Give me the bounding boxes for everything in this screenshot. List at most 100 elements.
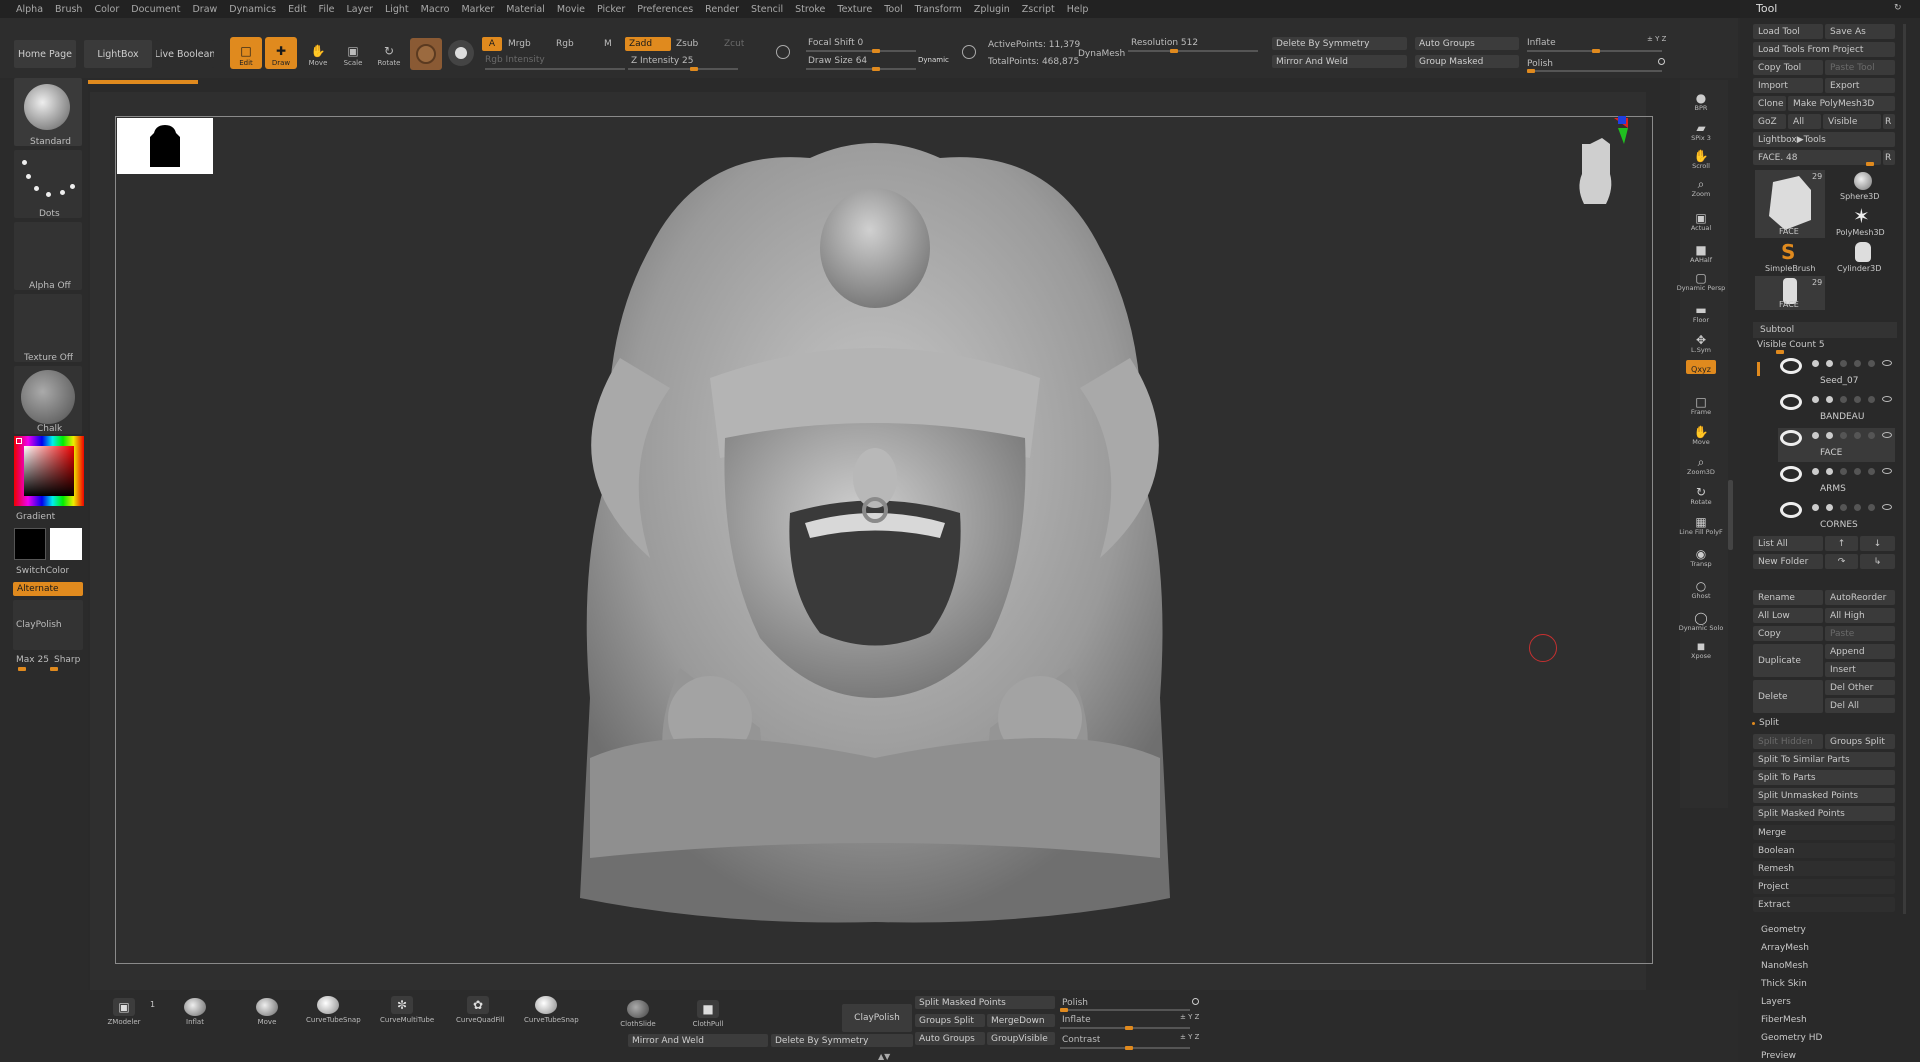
bottom-polish-circle[interactable] — [1192, 998, 1199, 1005]
secondary-color-swatch[interactable] — [50, 528, 82, 560]
all-low-button[interactable]: All Low — [1753, 608, 1823, 623]
bottom-contrast-xyz[interactable]: ± Y Z — [1180, 1033, 1199, 1041]
move-button[interactable]: ✋ Move — [303, 37, 333, 69]
bottom-contrast-slider[interactable]: Contrast — [1062, 1035, 1100, 1045]
clone-button[interactable]: Clone — [1753, 96, 1786, 111]
split-similar-parts-button[interactable]: Split To Similar Parts — [1753, 752, 1895, 767]
dynamic-toggle[interactable]: Dynamic — [918, 56, 949, 64]
focal-shift-slider[interactable]: Focal Shift 0 — [808, 38, 863, 48]
duplicate-button[interactable]: Duplicate — [1753, 644, 1823, 677]
visibility-eye-icon[interactable] — [1882, 504, 1892, 510]
paste-tool-button[interactable]: Paste Tool — [1825, 60, 1895, 75]
shelf-dynamic-solo[interactable]: ◯ Dynamic Solo — [1679, 604, 1724, 632]
groups-split-button[interactable]: Groups Split — [1825, 734, 1895, 749]
menu-stencil[interactable]: Stencil — [745, 4, 789, 15]
subtool-option-toggle[interactable] — [1840, 396, 1847, 403]
subtool-option-toggle[interactable] — [1854, 504, 1861, 511]
color-picker[interactable] — [14, 436, 84, 506]
z-intensity-slider[interactable]: Z Intensity 25 — [631, 56, 694, 66]
curvetubesnap2-brush[interactable]: CurveTubeSnap — [524, 996, 579, 1024]
bottom-auto-groups-button[interactable]: Auto Groups — [915, 1032, 985, 1045]
subtool-row[interactable]: BANDEAU — [1778, 392, 1895, 426]
draw-button[interactable]: ✚ Draw — [265, 37, 297, 69]
shelf-dynamic-persp[interactable]: ▢ Dynamic Persp — [1677, 264, 1726, 292]
subtool-option-toggle[interactable] — [1812, 468, 1819, 475]
subtool-option-toggle[interactable] — [1826, 504, 1833, 511]
extract-section[interactable]: Extract — [1753, 897, 1895, 912]
sharp-slider[interactable]: Sharp — [54, 655, 80, 665]
del-all-button[interactable]: Del All — [1825, 698, 1895, 713]
subtool-option-toggle[interactable] — [1840, 432, 1847, 439]
subtool-option-toggle[interactable] — [1840, 468, 1847, 475]
bottom-groups-split-button[interactable]: Groups Split — [915, 1014, 985, 1027]
delete-button[interactable]: Delete — [1753, 680, 1823, 713]
shelf-xpose[interactable]: ◾ Xpose — [1686, 632, 1716, 660]
shelf-scroll[interactable]: ✋ Scroll — [1686, 142, 1716, 170]
copy-subtool-button[interactable]: Copy — [1753, 626, 1823, 641]
shelf-move[interactable]: ✋ Move — [1686, 418, 1716, 446]
bottom-claypolish-button[interactable]: ClayPolish — [842, 1004, 912, 1032]
group-masked-button[interactable]: Group Masked — [1415, 55, 1519, 68]
menu-macro[interactable]: Macro — [415, 4, 456, 15]
dots-stroke-slot[interactable] — [14, 150, 82, 218]
bottom-delete-by-symmetry-button[interactable]: Delete By Symmetry — [771, 1034, 913, 1047]
texture-slot[interactable] — [14, 294, 82, 362]
orientation-axis-icon[interactable] — [1574, 114, 1628, 210]
claypolish-label[interactable]: ClayPolish — [16, 620, 62, 630]
current-tool-slider[interactable]: FACE. 48 — [1753, 150, 1881, 165]
subtool-row[interactable]: CORNES — [1778, 500, 1895, 534]
section-fibermesh[interactable]: FiberMesh — [1761, 1015, 1807, 1025]
subtool-option-toggle[interactable] — [1840, 360, 1847, 367]
shelf-zoom[interactable]: ⌕ Zoom — [1686, 170, 1716, 198]
tool-panel-close-icon[interactable]: ↻ — [1894, 3, 1902, 13]
import-button[interactable]: Import — [1753, 78, 1823, 93]
shelf-qxyz[interactable]: Qxyz — [1686, 360, 1716, 374]
menu-preferences[interactable]: Preferences — [631, 4, 699, 15]
export-button[interactable]: Export — [1825, 78, 1895, 93]
menu-draw[interactable]: Draw — [186, 4, 223, 15]
menu-movie[interactable]: Movie — [551, 4, 591, 15]
paste-subtool-button[interactable]: Paste — [1825, 626, 1895, 641]
menu-tool[interactable]: Tool — [878, 4, 908, 15]
stroke-swatch[interactable] — [448, 40, 474, 66]
merge-section[interactable]: Merge — [1753, 825, 1895, 840]
subtool-option-toggle[interactable] — [1812, 504, 1819, 511]
visibility-eye-icon[interactable] — [1882, 396, 1892, 402]
section-geometry-hd[interactable]: Geometry HD — [1761, 1033, 1822, 1043]
clothslide-brush[interactable]: ClothSlide — [620, 1000, 656, 1028]
r-button[interactable]: R — [1883, 114, 1895, 129]
visible-count-slider[interactable]: Visible Count 5 — [1757, 340, 1825, 350]
split-masked-points-button[interactable]: Split Masked Points — [1753, 806, 1895, 821]
menu-file[interactable]: File — [313, 4, 341, 15]
menu-color[interactable]: Color — [88, 4, 125, 15]
subtool-list-scroll[interactable] — [1757, 362, 1760, 376]
max-slider[interactable]: Max 25 — [16, 655, 49, 665]
split-section-title[interactable]: Split — [1759, 718, 1779, 728]
copy-tool-button[interactable]: Copy Tool — [1753, 60, 1823, 75]
m-toggle[interactable]: M — [604, 39, 612, 49]
subtool-option-toggle[interactable] — [1854, 432, 1861, 439]
rename-button[interactable]: Rename — [1753, 590, 1823, 605]
subtool-option-toggle[interactable] — [1868, 504, 1875, 511]
standard-brush-slot[interactable] — [14, 78, 82, 146]
visible-button[interactable]: Visible — [1823, 114, 1881, 129]
zmodeler-brush[interactable]: ▣ ZModeler — [106, 998, 142, 1026]
menu-zscript[interactable]: Zscript — [1016, 4, 1061, 15]
bottom-mirror-and-weld-button[interactable]: Mirror And Weld — [628, 1034, 768, 1047]
menu-material[interactable]: Material — [500, 4, 551, 15]
color-picker-square[interactable] — [24, 446, 74, 496]
shelf-spix-3[interactable]: ▰ SPix 3 — [1686, 114, 1716, 142]
primary-color-swatch[interactable] — [14, 528, 46, 560]
rgb-intensity-slider[interactable]: Rgb Intensity — [485, 55, 545, 65]
shelf-frame[interactable]: □ Frame — [1686, 388, 1716, 416]
menu-marker[interactable]: Marker — [455, 4, 500, 15]
section-arraymesh[interactable]: ArrayMesh — [1761, 943, 1809, 953]
shelf-zoom3d[interactable]: ⌕ Zoom3D — [1686, 448, 1716, 476]
subtool-row[interactable]: Seed_07 — [1778, 356, 1895, 390]
boolean-section[interactable]: Boolean — [1753, 843, 1895, 858]
menu-picker[interactable]: Picker — [591, 4, 631, 15]
bottom-polish-slider[interactable]: Polish — [1062, 998, 1088, 1008]
zadd-toggle[interactable]: Zadd — [625, 37, 671, 51]
del-other-button[interactable]: Del Other — [1825, 680, 1895, 695]
move-down-button[interactable]: ↓ — [1860, 536, 1895, 551]
